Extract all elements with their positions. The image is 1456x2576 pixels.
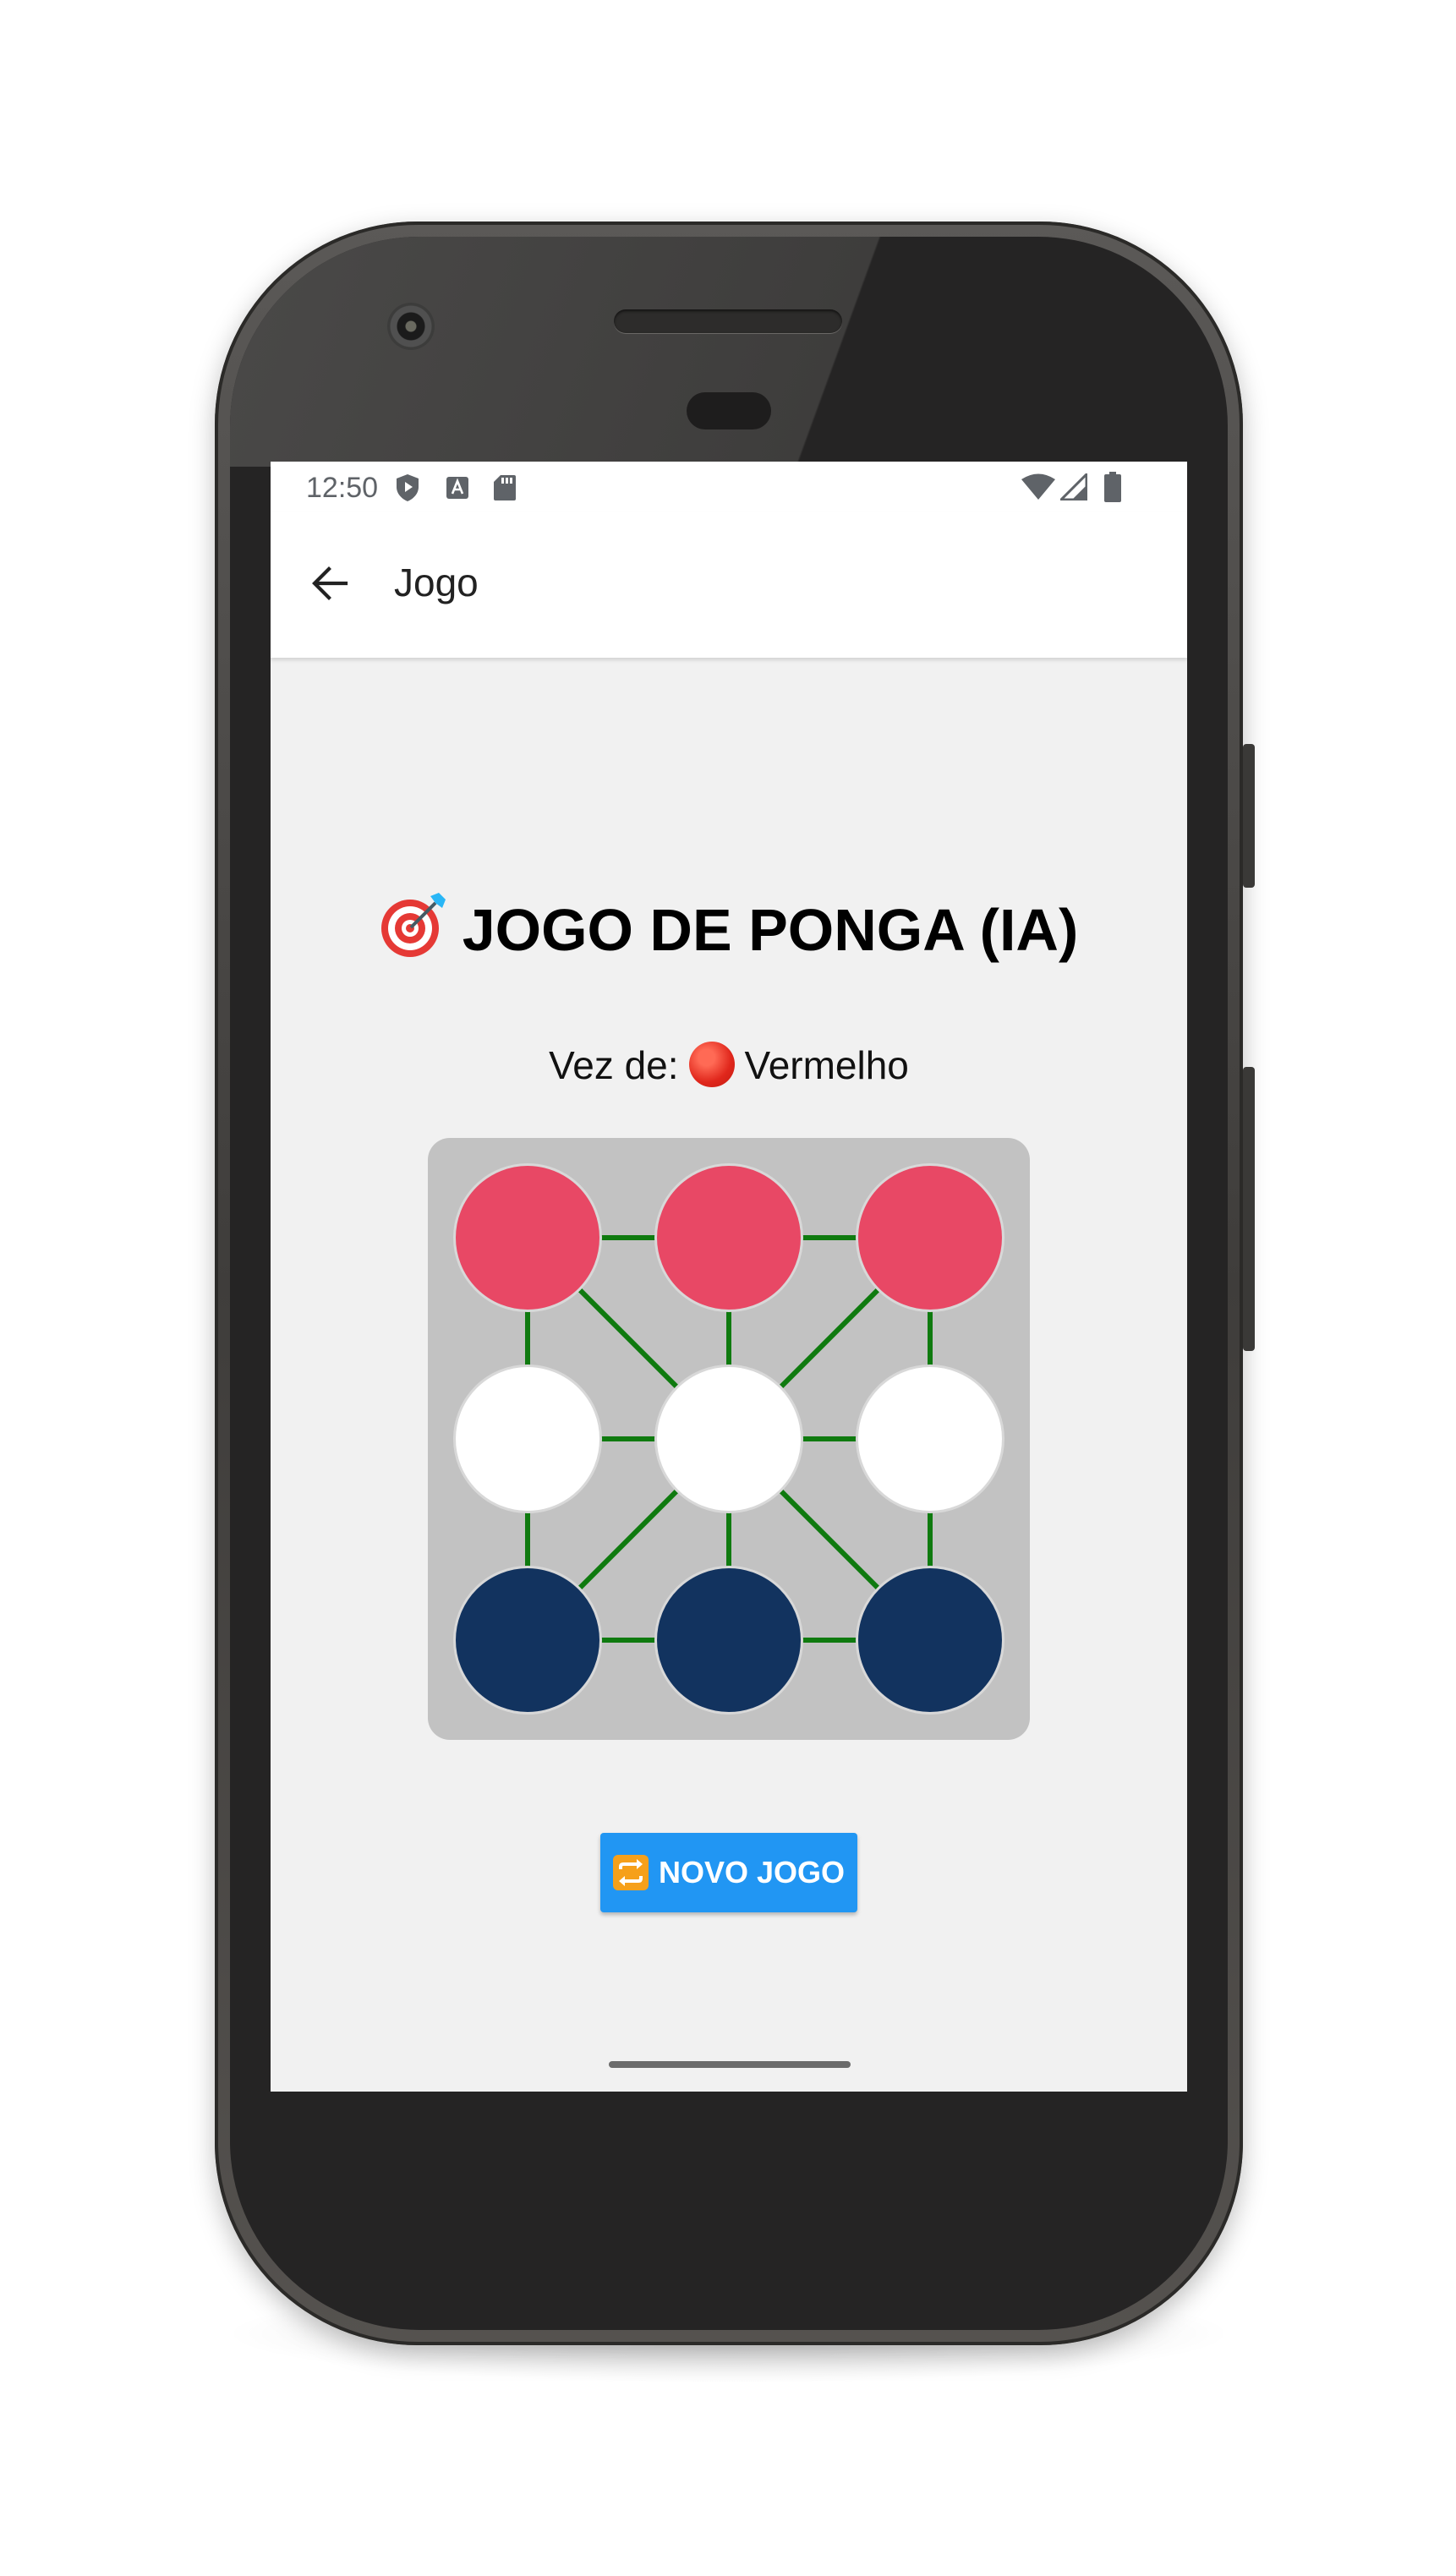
front-camera-icon [387,303,435,350]
repeat-icon [612,1855,649,1890]
board-cell-blue[interactable] [453,1566,602,1715]
device-mockup: 12:50 Jogo JOGO DE PONGA (IA) Vez de: Ve… [0,0,1456,2576]
board-cell-empty[interactable] [654,1365,803,1513]
earpiece-speaker [614,309,842,333]
wifi-icon [1021,473,1055,505]
shield-play-icon [396,473,419,506]
game-title-text: JOGO DE PONGA (IA) [462,897,1079,963]
arrow-left-icon [312,566,348,600]
new-game-label: NOVO JOGO [658,1855,846,1890]
new-game-button[interactable]: NOVO JOGO [600,1833,857,1912]
board-cell-empty[interactable] [453,1365,602,1513]
turn-label: Vez de: [549,1043,679,1087]
board-cell-red[interactable] [654,1163,803,1312]
board-cell-red[interactable] [453,1163,602,1312]
volume-button [1243,1067,1255,1351]
phone-glare [230,237,1228,467]
app-bar: Jogo [271,512,1187,658]
power-button [1243,744,1255,888]
red-circle-icon [688,1042,735,1087]
signal-icon [1058,471,1088,505]
a-letter-icon [446,477,468,503]
board-cell-blue[interactable] [654,1566,803,1715]
status-time: 12:50 [306,472,379,504]
board-cell-blue[interactable] [856,1566,1004,1715]
app-bar-title: Jogo [394,561,479,604]
proximity-sensor [687,392,771,429]
back-button[interactable] [304,558,355,609]
board-cell-red[interactable] [856,1163,1004,1312]
turn-player: Vermelho [744,1043,909,1087]
status-bar: 12:50 [271,462,1187,512]
phone-screen: 12:50 Jogo JOGO DE PONGA (IA) Vez de: Ve… [271,462,1187,2092]
board-cell-empty[interactable] [856,1365,1004,1513]
game-board [428,1138,1030,1740]
turn-indicator: Vez de: Vermelho [271,1042,1187,1088]
game-title: JOGO DE PONGA (IA) [271,891,1187,964]
sd-card-icon [494,475,516,505]
battery-icon [1104,472,1121,506]
gesture-nav-bar[interactable] [609,2061,851,2068]
target-icon [380,893,446,957]
